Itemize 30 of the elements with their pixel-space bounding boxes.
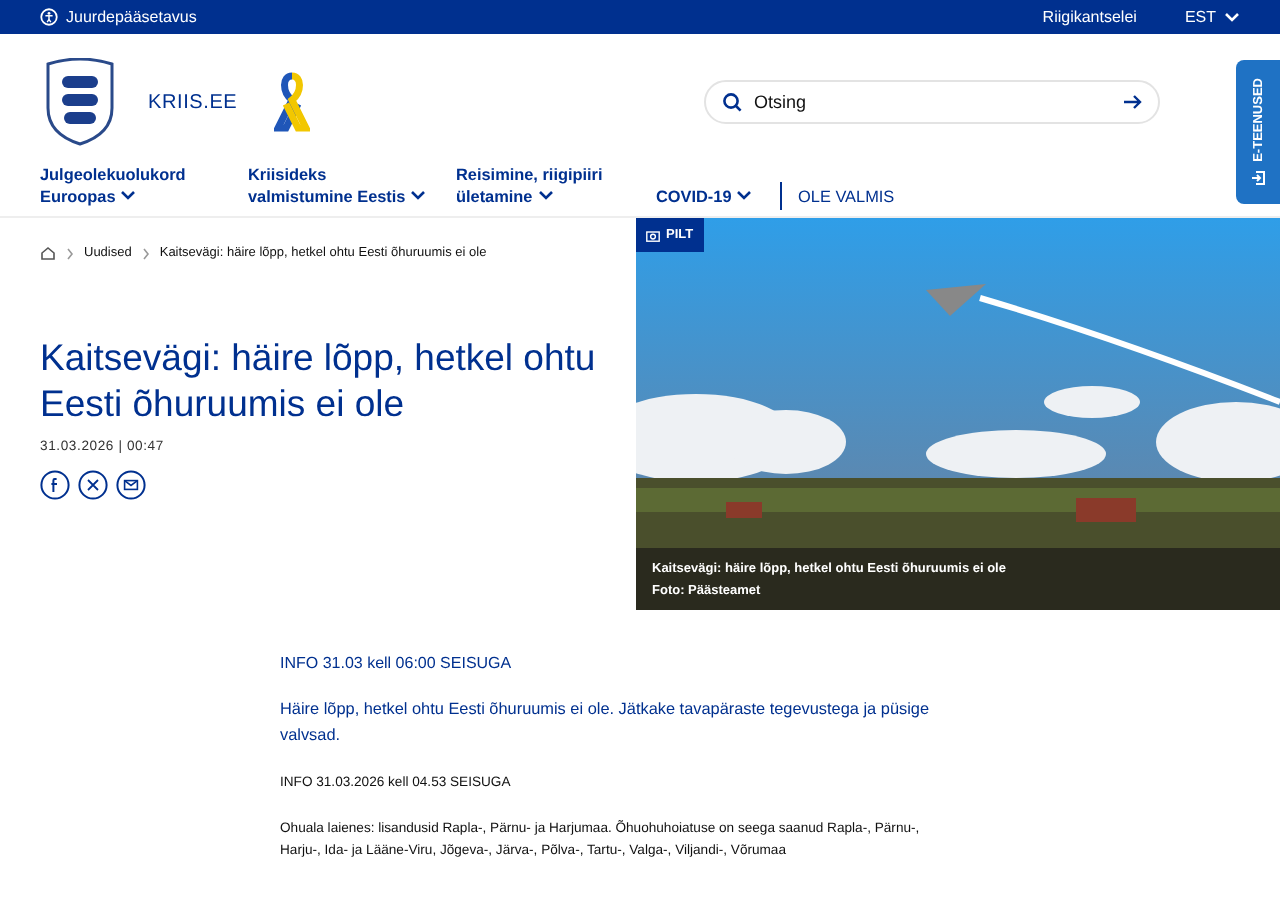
chevron-right-icon [66,247,74,259]
nav-menu-item[interactable]: Kriisideks valmistumine Eestis [248,164,428,210]
chevron-down-icon [410,190,426,203]
search-icon [722,92,742,112]
search-field[interactable]: Otsing [704,80,1160,124]
lead-paragraph: Häire lõpp, hetkel ohtu Eesti õhuruumis ei ole. Jätkake tavapäraste tegevustega ja püsige valvsad. [280,698,932,749]
chevron-down-icon [537,190,553,203]
accessibility-link[interactable]: Juurdepääsetavus [66,8,197,26]
chevron-down-icon [1224,11,1240,23]
arrow-right-icon[interactable] [1124,94,1142,110]
language-selector[interactable]: EST [1184,8,1216,26]
nav-menu-item[interactable]: Reisimine, riigipiiri ületamine [456,164,628,210]
nav-link[interactable]: OLE VALMIS [798,186,895,210]
chevron-down-icon [736,190,753,203]
login-icon [1250,169,1266,186]
ribbon-icon [273,72,310,132]
info-heading: INFO 31.03 kell 06:00 SEISUGA [280,654,514,672]
accessibility-icon[interactable] [40,8,58,26]
facebook-icon[interactable] [40,470,70,501]
chevron-right-icon [141,247,150,259]
nav-menu-item[interactable]: Julgeolekuolukord Euroopas [40,164,220,210]
article-title: Kaitsevägi: häire lõpp, hetkel ohtu Eesti õhuruumis ei ole [40,334,598,427]
camera-icon [646,229,660,241]
riigikantselei-link[interactable]: Riigikantselei [1042,8,1137,26]
chevron-down-icon [120,190,137,203]
x-icon[interactable] [78,470,108,501]
home-icon[interactable] [40,246,56,260]
email-icon[interactable] [116,470,146,501]
nav-menu-item[interactable]: COVID-19 [656,186,753,210]
site-name[interactable]: KRIIS.EE [148,91,238,113]
